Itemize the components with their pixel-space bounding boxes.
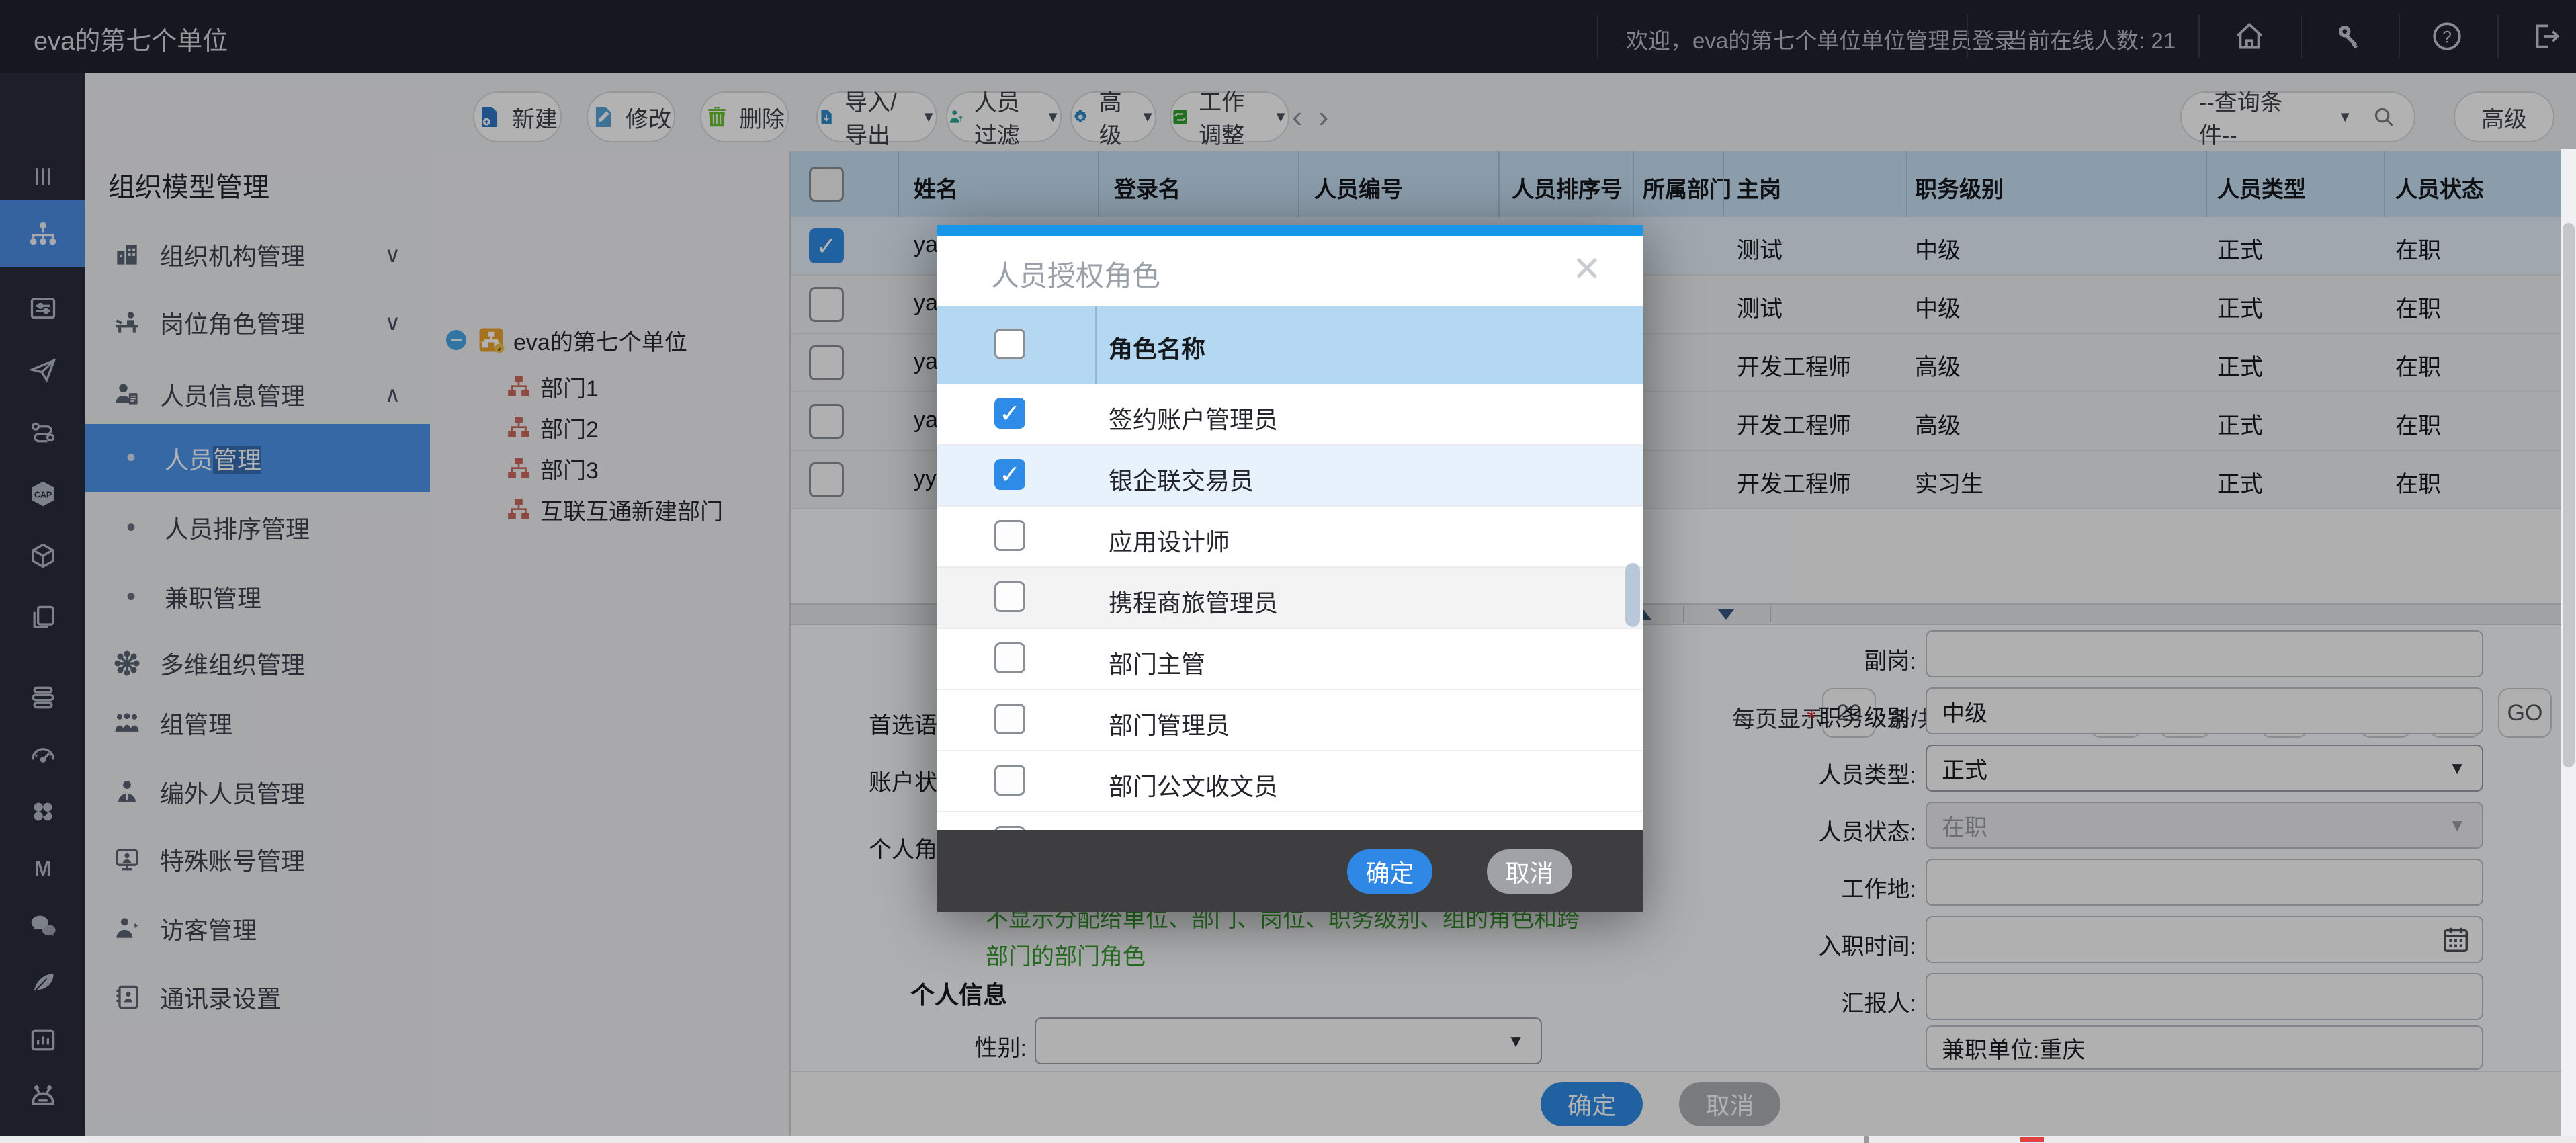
role-checkbox-checked[interactable]: ✓ — [994, 398, 1025, 429]
role-authorization-modal: 人员授权角色 ✕ 角色名称 ✓ 签约账户管理员 ✓ 银企联交易员 应用设计师 携… — [937, 225, 1643, 912]
role-row[interactable]: 应用设计师 — [937, 507, 1643, 568]
role-row-selected[interactable]: ✓ 银企联交易员 — [937, 446, 1643, 507]
vertical-scrollbar[interactable] — [2561, 149, 2576, 1136]
modal-title: 人员授权角色 — [991, 253, 1160, 294]
modal-confirm-button[interactable]: 确定 — [1347, 849, 1432, 894]
role-checkbox[interactable] — [994, 520, 1025, 551]
app-window: eva的第七个单位 欢迎，eva的第七个单位单位管理员登录 当前在线人数: 21… — [0, 0, 2576, 1143]
modal-select-all-checkbox[interactable] — [994, 329, 1025, 359]
modal-accent-bar — [937, 225, 1643, 236]
modal-list-header: 角色名称 — [937, 306, 1643, 384]
role-checkbox[interactable] — [994, 765, 1025, 796]
role-row[interactable]: ✓ 签约账户管理员 — [937, 384, 1643, 446]
vertical-scrollbar-thumb[interactable] — [2563, 223, 2575, 767]
role-row[interactable]: 部门公文收文员 — [937, 751, 1643, 812]
role-checkbox[interactable] — [994, 642, 1025, 673]
modal-cancel-button[interactable]: 取消 — [1487, 849, 1572, 894]
role-checkbox[interactable] — [994, 704, 1025, 734]
close-icon[interactable]: ✕ — [1572, 249, 1602, 290]
role-row[interactable]: 部门管理员 — [937, 690, 1643, 751]
role-row[interactable]: 部门主管 — [937, 629, 1643, 690]
horizontal-scrollbar-strip[interactable] — [0, 1136, 2576, 1143]
role-checkbox[interactable] — [994, 581, 1025, 612]
role-column-header: 角色名称 — [1109, 330, 1205, 365]
scroll-tick — [1864, 1136, 1869, 1143]
role-checkbox-checked[interactable]: ✓ — [994, 459, 1025, 490]
modal-footer: 确定 取消 — [937, 830, 1643, 912]
modal-scrollbar-thumb[interactable] — [1625, 563, 1640, 627]
scroll-marker-red — [2020, 1137, 2044, 1142]
role-row[interactable]: 携程商旅管理员 — [937, 568, 1643, 629]
